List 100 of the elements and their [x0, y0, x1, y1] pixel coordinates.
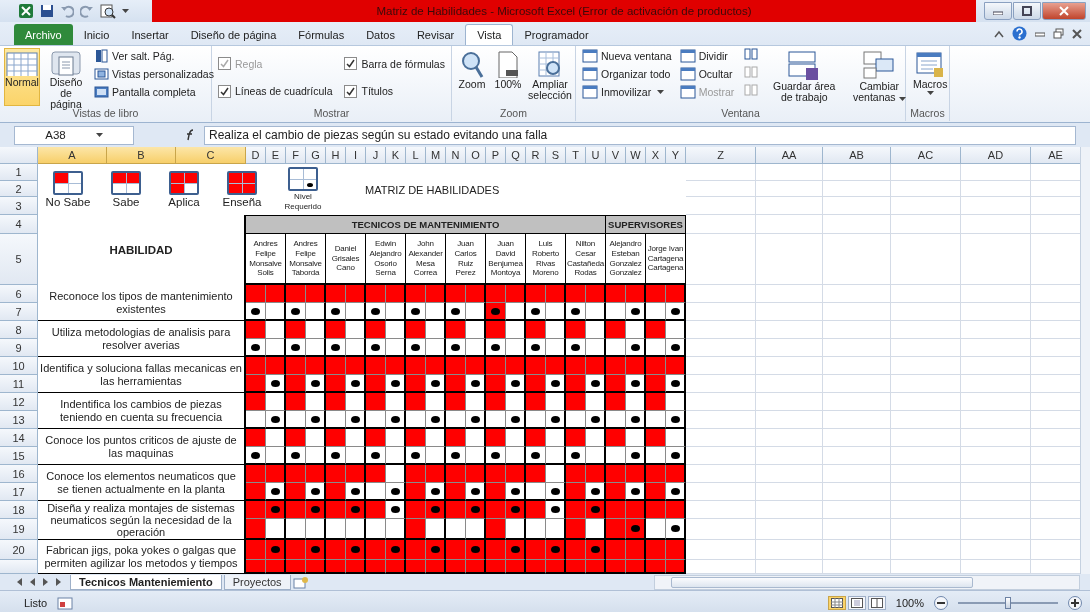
column-header[interactable]: L — [406, 147, 426, 164]
row-header[interactable]: 12 — [0, 393, 38, 411]
ribbon-tab[interactable]: Inicio — [72, 24, 121, 45]
column-header[interactable]: N — [446, 147, 466, 164]
column-header[interactable]: W — [626, 147, 646, 164]
column-header[interactable]: Y — [666, 147, 686, 164]
empty-cell[interactable] — [756, 393, 823, 411]
sheet-tab[interactable]: Proyectos — [223, 574, 291, 590]
column-header[interactable]: AB — [823, 147, 891, 164]
empty-cell[interactable] — [961, 447, 1031, 465]
column-header[interactable]: O — [466, 147, 486, 164]
empty-cell[interactable] — [891, 375, 961, 393]
empty-cell[interactable] — [756, 519, 823, 540]
empty-cell[interactable] — [686, 181, 756, 197]
column-header[interactable]: D — [246, 147, 266, 164]
vertical-scrollbar[interactable] — [1080, 147, 1090, 574]
column-header[interactable]: M — [426, 147, 446, 164]
row-header[interactable]: 5 — [0, 234, 38, 285]
row-header[interactable]: 6 — [0, 285, 38, 303]
view-button[interactable]: Vistas personalizadas — [92, 66, 216, 82]
row-header[interactable]: 17 — [0, 483, 38, 501]
empty-cell[interactable] — [823, 285, 891, 303]
empty-cell[interactable] — [756, 540, 823, 560]
ribbon-tab[interactable]: Fórmulas — [287, 24, 356, 45]
empty-cell[interactable] — [823, 429, 891, 447]
empty-cell[interactable] — [891, 393, 961, 411]
ribbon-tab[interactable]: Diseño de página — [179, 24, 288, 45]
empty-cell[interactable] — [756, 234, 823, 285]
empty-cell[interactable] — [891, 215, 961, 234]
column-header[interactable]: S — [546, 147, 566, 164]
slider-thumb[interactable] — [1005, 597, 1011, 609]
empty-cell[interactable] — [891, 411, 961, 429]
column-header[interactable]: AC — [891, 147, 961, 164]
empty-cell[interactable] — [891, 197, 961, 215]
empty-cell[interactable] — [823, 215, 891, 234]
row-header[interactable]: 7 — [0, 303, 38, 321]
empty-cell[interactable] — [756, 215, 823, 234]
window-button[interactable]: Ocultar — [677, 66, 737, 82]
checkbox[interactable] — [344, 84, 358, 98]
row-header[interactable]: 1 — [0, 164, 38, 181]
empty-cell[interactable] — [961, 393, 1031, 411]
window-button[interactable]: Organizar todo — [580, 66, 674, 82]
row-header[interactable]: 16 — [0, 465, 38, 483]
empty-cell[interactable] — [961, 429, 1031, 447]
empty-cell[interactable] — [756, 465, 823, 483]
row-header[interactable] — [0, 560, 38, 574]
column-header[interactable]: B — [107, 147, 176, 164]
window-button[interactable]: Inmovilizar — [580, 84, 674, 100]
restore-button[interactable] — [1013, 2, 1041, 20]
empty-cell[interactable] — [961, 215, 1031, 234]
empty-cell[interactable] — [961, 375, 1031, 393]
empty-cell[interactable] — [823, 501, 891, 519]
row-header[interactable]: 11 — [0, 375, 38, 393]
column-header[interactable]: AA — [756, 147, 823, 164]
column-header[interactable]: Z — [686, 147, 756, 164]
empty-cell[interactable] — [891, 465, 961, 483]
empty-cell[interactable] — [756, 181, 823, 197]
row-header[interactable]: 15 — [0, 447, 38, 465]
column-header[interactable]: X — [646, 147, 666, 164]
empty-cell[interactable] — [961, 321, 1031, 339]
zoom-button[interactable]: Ampliar selección — [528, 48, 572, 106]
column-header[interactable]: T — [566, 147, 586, 164]
checkbox[interactable] — [218, 84, 231, 98]
empty-cell[interactable] — [961, 181, 1031, 197]
zoom-in-button[interactable] — [1068, 596, 1082, 610]
view-button[interactable]: Pantalla completa — [92, 84, 216, 100]
empty-cell[interactable] — [961, 234, 1031, 285]
empty-cell[interactable] — [756, 303, 823, 321]
empty-cell[interactable] — [756, 429, 823, 447]
row-header[interactable]: 13 — [0, 411, 38, 429]
column-header[interactable]: F — [286, 147, 306, 164]
formula-field[interactable]: Realiza el cambio de piezas según su estado evitando una falla — [204, 125, 1076, 145]
empty-cell[interactable] — [823, 519, 891, 540]
empty-cell[interactable] — [756, 447, 823, 465]
select-all-button[interactable] — [0, 147, 38, 164]
column-header[interactable]: C — [176, 147, 246, 164]
empty-cell[interactable] — [891, 321, 961, 339]
empty-cell[interactable] — [823, 483, 891, 501]
empty-cell[interactable] — [823, 393, 891, 411]
column-header[interactable]: AD — [961, 147, 1031, 164]
column-header[interactable]: J — [366, 147, 386, 164]
empty-cell[interactable] — [891, 164, 961, 181]
window-button[interactable]: Guardar área de trabajo — [766, 48, 843, 106]
empty-cell[interactable] — [891, 519, 961, 540]
view-button[interactable]: Ver salt. Pág. — [92, 48, 216, 64]
empty-cell[interactable] — [823, 411, 891, 429]
empty-cell[interactable] — [891, 429, 961, 447]
ribbon-tab[interactable]: Vista — [465, 24, 514, 45]
window-button[interactable]: Nueva ventana — [580, 48, 674, 64]
row-header[interactable]: 20 — [0, 540, 38, 560]
close-button[interactable] — [1042, 2, 1086, 20]
empty-cell[interactable] — [961, 303, 1031, 321]
empty-cell[interactable] — [891, 339, 961, 357]
empty-cell[interactable] — [756, 164, 823, 181]
empty-cell[interactable] — [756, 411, 823, 429]
empty-cell[interactable] — [823, 357, 891, 375]
row-header[interactable]: 4 — [0, 215, 38, 234]
column-header[interactable]: R — [526, 147, 546, 164]
empty-cell[interactable] — [756, 321, 823, 339]
empty-cell[interactable] — [756, 501, 823, 519]
